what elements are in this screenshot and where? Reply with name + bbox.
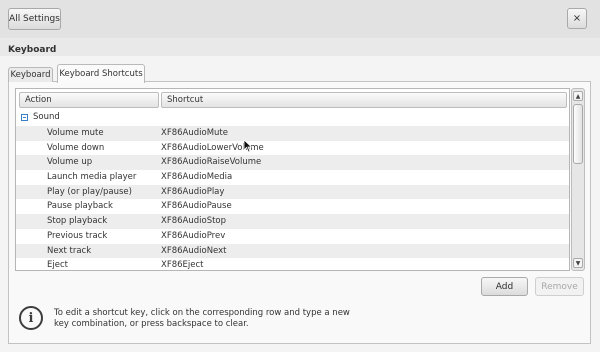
vertical-scrollbar[interactable]: ▲ ▼: [571, 88, 585, 271]
group-label: Sound: [33, 112, 60, 122]
section-title: Keyboard: [8, 45, 57, 55]
scroll-thumb[interactable]: [573, 104, 583, 164]
shortcut-cell: XF86Eject: [161, 260, 204, 271]
table-row[interactable]: Volume down XF86AudioLowerVolume: [16, 140, 569, 156]
table-row[interactable]: Stop playback XF86AudioStop: [16, 214, 569, 229]
shortcuts-tree: Action Shortcut Sound Volume mute XF86Aud…: [15, 88, 570, 271]
action-cell: Volume mute: [47, 128, 104, 138]
table-row[interactable]: Launch media player XF86AudioMedia: [16, 170, 569, 185]
column-header-action[interactable]: Action: [19, 92, 159, 108]
add-button[interactable]: Add: [481, 277, 528, 296]
top-toolbar: All Settings ×: [0, 0, 600, 38]
remove-button[interactable]: Remove: [535, 277, 584, 296]
info-text: To edit a shortcut key, click on the cor…: [54, 308, 350, 329]
shortcut-cell: XF86AudioMute: [161, 128, 228, 138]
table-row[interactable]: Play (or play/pause) XF86AudioPlay: [16, 184, 569, 200]
action-cell: Previous track: [47, 230, 108, 241]
shortcut-cell: XF86AudioMedia: [161, 172, 233, 183]
shortcut-cell: XF86AudioStop: [161, 216, 227, 227]
column-header-shortcut[interactable]: Shortcut: [161, 92, 567, 108]
shortcut-cell: XF86AudioPause: [161, 201, 232, 212]
tab-keyboard-shortcuts[interactable]: Keyboard Shortcuts: [57, 64, 145, 83]
action-cell: Pause playback: [47, 201, 113, 212]
table-row[interactable]: Next track XF86AudioNext: [16, 243, 569, 259]
info-icon: i: [19, 306, 43, 330]
table-row[interactable]: Volume mute XF86AudioMute: [16, 126, 569, 141]
shortcut-rows: Volume mute XF86AudioMute Volume down XF86…: [16, 126, 569, 271]
shortcut-cell: XF86AudioPlay: [161, 186, 225, 197]
shortcut-cell: XF86AudioPrev: [161, 230, 226, 241]
collapse-icon[interactable]: [21, 114, 28, 121]
action-cell: Eject: [47, 260, 68, 271]
scroll-down-icon[interactable]: ▼: [573, 258, 583, 268]
shortcut-cell: XF86AudioRaiseVolume: [161, 157, 262, 168]
table-row[interactable]: Volume up XF86AudioRaiseVolume: [16, 155, 569, 171]
action-cell: Launch media player: [47, 172, 137, 183]
shortcut-cell: XF86AudioNext: [161, 245, 227, 256]
mouse-cursor-icon: [243, 139, 253, 153]
table-row[interactable]: Previous track XF86AudioPrev: [16, 228, 569, 244]
table-row[interactable]: Pause playback XF86AudioPause: [16, 199, 569, 215]
scroll-up-icon[interactable]: ▲: [573, 91, 583, 101]
table-row[interactable]: Eject XF86Eject: [16, 258, 569, 271]
action-cell: Next track: [47, 245, 92, 256]
action-cell: Volume down: [47, 142, 105, 153]
tab-keyboard[interactable]: Keyboard: [8, 67, 53, 82]
action-cell: Stop playback: [47, 216, 108, 227]
group-row-sound[interactable]: Sound: [16, 111, 569, 126]
close-button[interactable]: ×: [567, 8, 587, 29]
all-settings-button[interactable]: All Settings: [8, 8, 61, 30]
action-cell: Volume up: [47, 157, 93, 168]
action-cell: Play (or play/pause): [47, 186, 132, 197]
